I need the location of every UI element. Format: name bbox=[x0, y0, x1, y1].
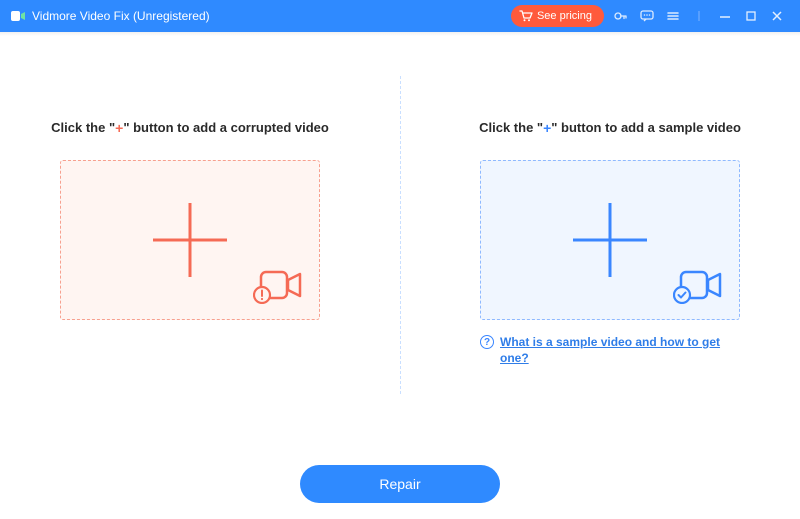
footer: Repair bbox=[0, 465, 800, 503]
repair-button[interactable]: Repair bbox=[300, 465, 500, 503]
sample-help-link[interactable]: What is a sample video and how to get on… bbox=[500, 334, 740, 366]
add-corrupted-video-dropzone[interactable] bbox=[60, 160, 320, 320]
feedback-icon[interactable] bbox=[634, 3, 660, 29]
separator-icon bbox=[686, 3, 712, 29]
corrupted-video-panel: Click the "+" button to add a corrupted … bbox=[40, 60, 340, 454]
sample-heading: Click the "+" button to add a sample vid… bbox=[479, 120, 741, 136]
vertical-divider bbox=[400, 76, 401, 394]
sample-help-row: ? What is a sample video and how to get … bbox=[480, 334, 740, 366]
help-icon: ? bbox=[480, 335, 494, 349]
sample-video-icon bbox=[673, 268, 725, 309]
see-pricing-label: See pricing bbox=[537, 10, 592, 22]
corrupted-heading: Click the "+" button to add a corrupted … bbox=[51, 120, 329, 136]
see-pricing-button[interactable]: See pricing bbox=[511, 5, 604, 27]
titlebar: Vidmore Video Fix (Unregistered) See pri… bbox=[0, 0, 800, 32]
close-button[interactable] bbox=[764, 3, 790, 29]
sample-video-panel: Click the "+" button to add a sample vid… bbox=[460, 60, 760, 454]
minimize-button[interactable] bbox=[712, 3, 738, 29]
corrupted-video-icon bbox=[253, 268, 305, 309]
register-key-icon[interactable] bbox=[608, 3, 634, 29]
add-sample-video-dropzone[interactable] bbox=[480, 160, 740, 320]
plus-icon bbox=[145, 195, 235, 285]
cart-icon bbox=[519, 10, 533, 22]
app-title: Vidmore Video Fix (Unregistered) bbox=[32, 9, 210, 23]
menu-icon[interactable] bbox=[660, 3, 686, 29]
main-area: Click the "+" button to add a corrupted … bbox=[0, 36, 800, 454]
app-logo-icon bbox=[10, 8, 26, 24]
plus-icon bbox=[565, 195, 655, 285]
maximize-button[interactable] bbox=[738, 3, 764, 29]
